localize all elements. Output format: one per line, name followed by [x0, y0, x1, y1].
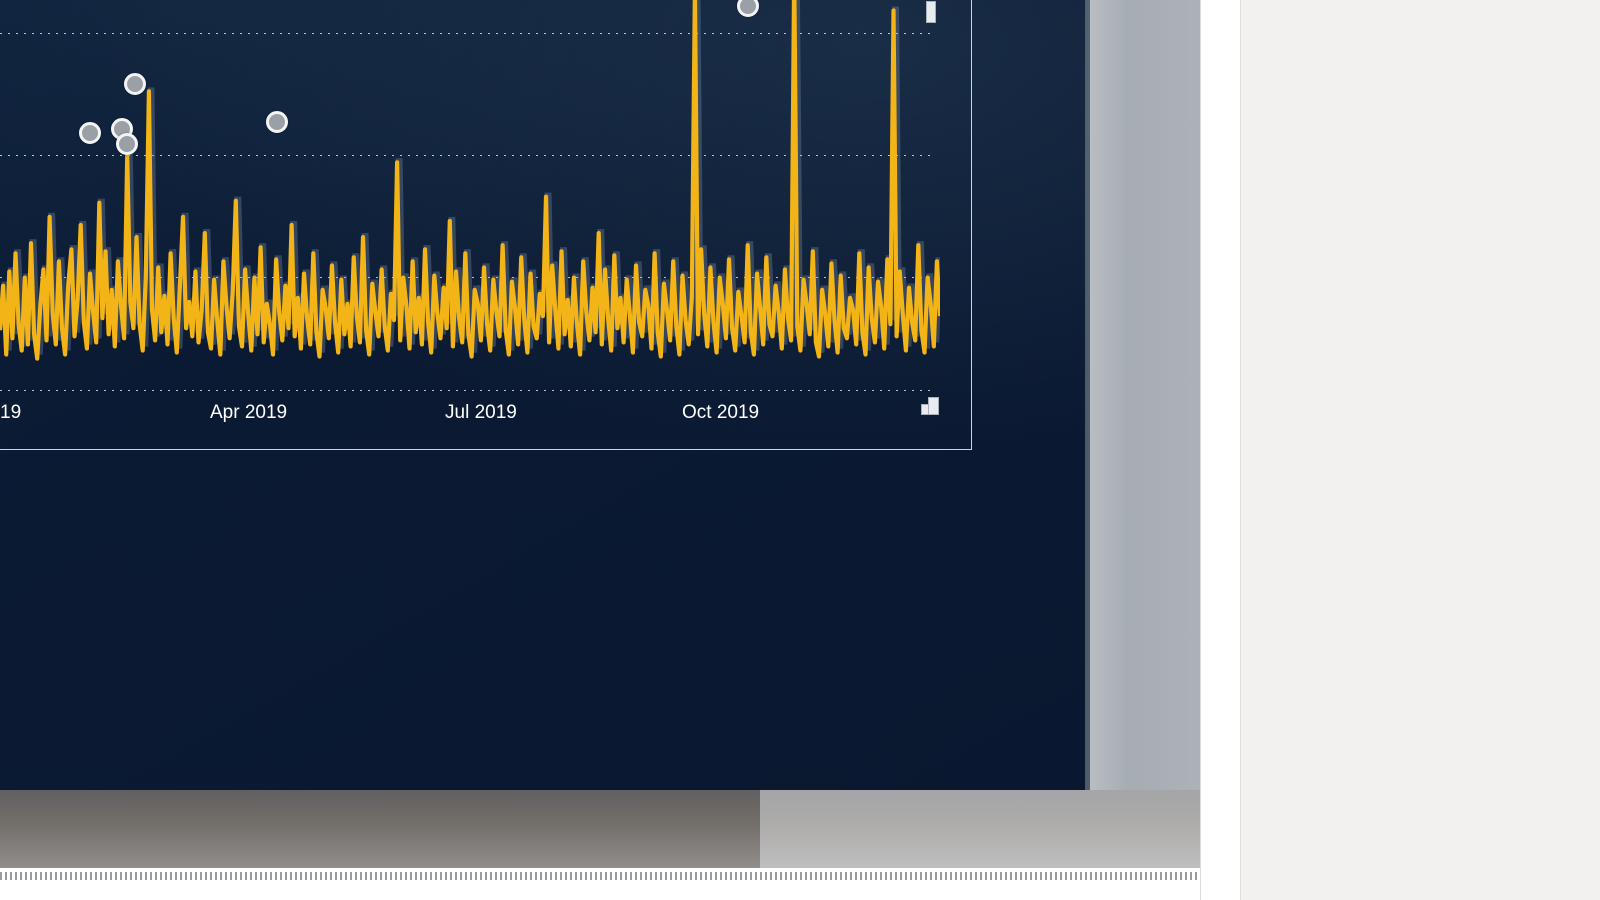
anomaly-detection-line-chart[interactable]: 19 Apr 2019 Jul 2019 Oct 2019	[0, 0, 990, 470]
canvas-dotted-ruler	[0, 872, 1208, 880]
pane-scrollbar-track[interactable]	[1588, 488, 1598, 900]
pane-left-gutter	[1208, 0, 1240, 900]
canvas-right-border	[1200, 0, 1208, 900]
desktop-band	[0, 790, 1208, 870]
report-canvas-area[interactable]: 19 Apr 2019 Jul 2019 Oct 2019	[0, 0, 1208, 900]
page-right-shadow	[1085, 0, 1208, 790]
visual-selection-frame	[0, 0, 972, 450]
format-pane: ▦ 🗋 🖌 Search Explain by Add data fields …	[1240, 0, 1600, 900]
screen-root: 19Apr 2019Jul 2019Oct 2019 ▦ 🗋 🖌	[0, 0, 1600, 900]
resize-handle-middle-right[interactable]	[926, 1, 936, 23]
resize-handle-bottom-right-corner[interactable]	[917, 393, 939, 415]
